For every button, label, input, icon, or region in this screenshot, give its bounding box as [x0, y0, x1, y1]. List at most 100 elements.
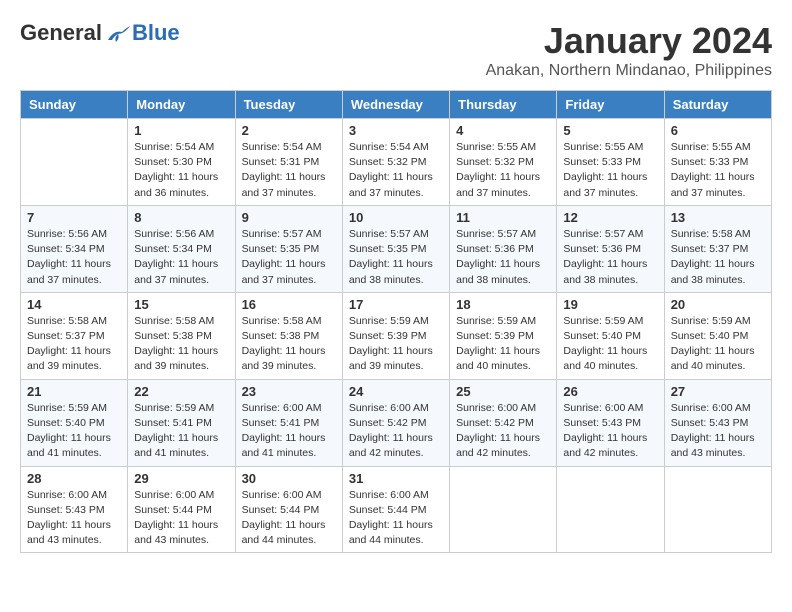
month-title: January 2024 [486, 20, 772, 62]
day-number: 5 [563, 123, 657, 138]
day-number: 23 [242, 384, 336, 399]
day-info: Sunrise: 6:00 AM Sunset: 5:42 PM Dayligh… [349, 401, 443, 462]
day-number: 10 [349, 210, 443, 225]
calendar-cell: 9Sunrise: 5:57 AM Sunset: 5:35 PM Daylig… [235, 205, 342, 292]
day-info: Sunrise: 5:54 AM Sunset: 5:30 PM Dayligh… [134, 140, 228, 201]
calendar-cell: 6Sunrise: 5:55 AM Sunset: 5:33 PM Daylig… [664, 119, 771, 206]
calendar-cell: 30 Sunrise: 6:00 AM Sunset: 5:44 PM Dayli… [235, 466, 342, 553]
calendar-cell: 14 Sunrise: 5:58 AM Sunset: 5:37 PM Dayli… [21, 292, 128, 379]
calendar-cell: 2Sunrise: 5:54 AM Sunset: 5:31 PM Daylig… [235, 119, 342, 206]
day-info: Sunrise: 5:57 AM Sunset: 5:36 PM Dayligh… [563, 227, 657, 288]
calendar-cell: 27Sunrise: 6:00 AM Sunset: 5:43 PM Dayli… [664, 379, 771, 466]
calendar-week-row: 7 Sunrise: 5:56 AM Sunset: 5:34 PM Daylig… [21, 205, 772, 292]
day-number: 28 [27, 471, 121, 486]
day-number: 2 [242, 123, 336, 138]
day-info: Sunrise: 6:00 AM Sunset: 5:41 PM Dayligh… [242, 401, 336, 462]
calendar-cell: 11Sunrise: 5:57 AM Sunset: 5:36 PM Dayli… [450, 205, 557, 292]
logo-general-text: General [20, 20, 102, 46]
calendar-header-friday: Friday [557, 91, 664, 119]
day-number: 1 [134, 123, 228, 138]
day-number: 21 [27, 384, 121, 399]
calendar-cell: 16Sunrise: 5:58 AM Sunset: 5:38 PM Dayli… [235, 292, 342, 379]
day-info: Sunrise: 5:56 AM Sunset: 5:34 PM Dayligh… [134, 227, 228, 288]
day-info: Sunrise: 5:59 AM Sunset: 5:40 PM Dayligh… [671, 314, 765, 375]
day-number: 20 [671, 297, 765, 312]
location-subtitle: Anakan, Northern Mindanao, Philippines [486, 62, 772, 80]
day-info: Sunrise: 5:55 AM Sunset: 5:33 PM Dayligh… [563, 140, 657, 201]
calendar-cell: 8 Sunrise: 5:56 AM Sunset: 5:34 PM Daylig… [128, 205, 235, 292]
day-number: 25 [456, 384, 550, 399]
day-number: 8 [134, 210, 228, 225]
calendar-cell: 10 Sunrise: 5:57 AM Sunset: 5:35 PM Dayli… [342, 205, 449, 292]
day-info: Sunrise: 5:58 AM Sunset: 5:37 PM Dayligh… [27, 314, 121, 375]
calendar-header-thursday: Thursday [450, 91, 557, 119]
calendar-header-sunday: Sunday [21, 91, 128, 119]
day-number: 27 [671, 384, 765, 399]
calendar-week-row: 14 Sunrise: 5:58 AM Sunset: 5:37 PM Dayli… [21, 292, 772, 379]
calendar-cell: 24 Sunrise: 6:00 AM Sunset: 5:42 PM Dayli… [342, 379, 449, 466]
calendar-cell [557, 466, 664, 553]
calendar-cell [21, 119, 128, 206]
day-info: Sunrise: 5:58 AM Sunset: 5:38 PM Dayligh… [242, 314, 336, 375]
day-info: Sunrise: 5:58 AM Sunset: 5:38 PM Dayligh… [134, 314, 228, 375]
day-info: Sunrise: 5:57 AM Sunset: 5:35 PM Dayligh… [349, 227, 443, 288]
calendar-cell: 15 Sunrise: 5:58 AM Sunset: 5:38 PM Dayli… [128, 292, 235, 379]
calendar-cell: 22 Sunrise: 5:59 AM Sunset: 5:41 PM Dayli… [128, 379, 235, 466]
day-info: Sunrise: 5:57 AM Sunset: 5:36 PM Dayligh… [456, 227, 550, 288]
day-number: 17 [349, 297, 443, 312]
day-info: Sunrise: 5:54 AM Sunset: 5:32 PM Dayligh… [349, 140, 443, 201]
calendar-week-row: 1 Sunrise: 5:54 AM Sunset: 5:30 PM Daylig… [21, 119, 772, 206]
day-number: 29 [134, 471, 228, 486]
calendar-cell: 29 Sunrise: 6:00 AM Sunset: 5:44 PM Dayli… [128, 466, 235, 553]
calendar-cell: 19Sunrise: 5:59 AM Sunset: 5:40 PM Dayli… [557, 292, 664, 379]
calendar-header-monday: Monday [128, 91, 235, 119]
calendar-cell: 4Sunrise: 5:55 AM Sunset: 5:32 PM Daylig… [450, 119, 557, 206]
day-number: 6 [671, 123, 765, 138]
day-info: Sunrise: 6:00 AM Sunset: 5:44 PM Dayligh… [349, 488, 443, 549]
calendar-week-row: 28 Sunrise: 6:00 AM Sunset: 5:43 PM Dayli… [21, 466, 772, 553]
calendar-cell [450, 466, 557, 553]
day-number: 18 [456, 297, 550, 312]
calendar-header-wednesday: Wednesday [342, 91, 449, 119]
day-number: 13 [671, 210, 765, 225]
day-info: Sunrise: 6:00 AM Sunset: 5:42 PM Dayligh… [456, 401, 550, 462]
day-number: 14 [27, 297, 121, 312]
title-section: January 2024 Anakan, Northern Mindanao, … [486, 20, 772, 80]
day-info: Sunrise: 5:58 AM Sunset: 5:37 PM Dayligh… [671, 227, 765, 288]
day-number: 15 [134, 297, 228, 312]
day-number: 4 [456, 123, 550, 138]
page-header: General Blue January 2024 Anakan, Northe… [20, 20, 772, 80]
logo-blue-text: Blue [132, 20, 180, 46]
day-info: Sunrise: 6:00 AM Sunset: 5:44 PM Dayligh… [134, 488, 228, 549]
day-number: 24 [349, 384, 443, 399]
day-info: Sunrise: 6:00 AM Sunset: 5:43 PM Dayligh… [27, 488, 121, 549]
day-number: 9 [242, 210, 336, 225]
day-info: Sunrise: 5:59 AM Sunset: 5:40 PM Dayligh… [563, 314, 657, 375]
day-info: Sunrise: 5:59 AM Sunset: 5:40 PM Dayligh… [27, 401, 121, 462]
day-number: 30 [242, 471, 336, 486]
day-number: 31 [349, 471, 443, 486]
calendar-cell: 23 Sunrise: 6:00 AM Sunset: 5:41 PM Dayli… [235, 379, 342, 466]
calendar-cell: 31 Sunrise: 6:00 AM Sunset: 5:44 PM Dayli… [342, 466, 449, 553]
day-info: Sunrise: 6:00 AM Sunset: 5:44 PM Dayligh… [242, 488, 336, 549]
calendar-week-row: 21 Sunrise: 5:59 AM Sunset: 5:40 PM Dayli… [21, 379, 772, 466]
calendar-cell: 18 Sunrise: 5:59 AM Sunset: 5:39 PM Dayli… [450, 292, 557, 379]
calendar-cell: 21 Sunrise: 5:59 AM Sunset: 5:40 PM Dayli… [21, 379, 128, 466]
calendar-cell: 5 Sunrise: 5:55 AM Sunset: 5:33 PM Daylig… [557, 119, 664, 206]
logo-bird-icon [104, 22, 132, 44]
day-number: 22 [134, 384, 228, 399]
calendar-cell: 12 Sunrise: 5:57 AM Sunset: 5:36 PM Dayli… [557, 205, 664, 292]
calendar-cell: 1 Sunrise: 5:54 AM Sunset: 5:30 PM Daylig… [128, 119, 235, 206]
day-info: Sunrise: 5:59 AM Sunset: 5:39 PM Dayligh… [456, 314, 550, 375]
calendar-cell [664, 466, 771, 553]
calendar-cell: 26Sunrise: 6:00 AM Sunset: 5:43 PM Dayli… [557, 379, 664, 466]
calendar-header-row: SundayMondayTuesdayWednesdayThursdayFrid… [21, 91, 772, 119]
day-number: 12 [563, 210, 657, 225]
calendar-cell: 7Sunrise: 5:56 AM Sunset: 5:34 PM Daylig… [21, 205, 128, 292]
day-number: 7 [27, 210, 121, 225]
logo: General Blue [20, 20, 180, 46]
day-number: 26 [563, 384, 657, 399]
calendar-table: SundayMondayTuesdayWednesdayThursdayFrid… [20, 90, 772, 553]
calendar-header-tuesday: Tuesday [235, 91, 342, 119]
day-info: Sunrise: 5:59 AM Sunset: 5:41 PM Dayligh… [134, 401, 228, 462]
